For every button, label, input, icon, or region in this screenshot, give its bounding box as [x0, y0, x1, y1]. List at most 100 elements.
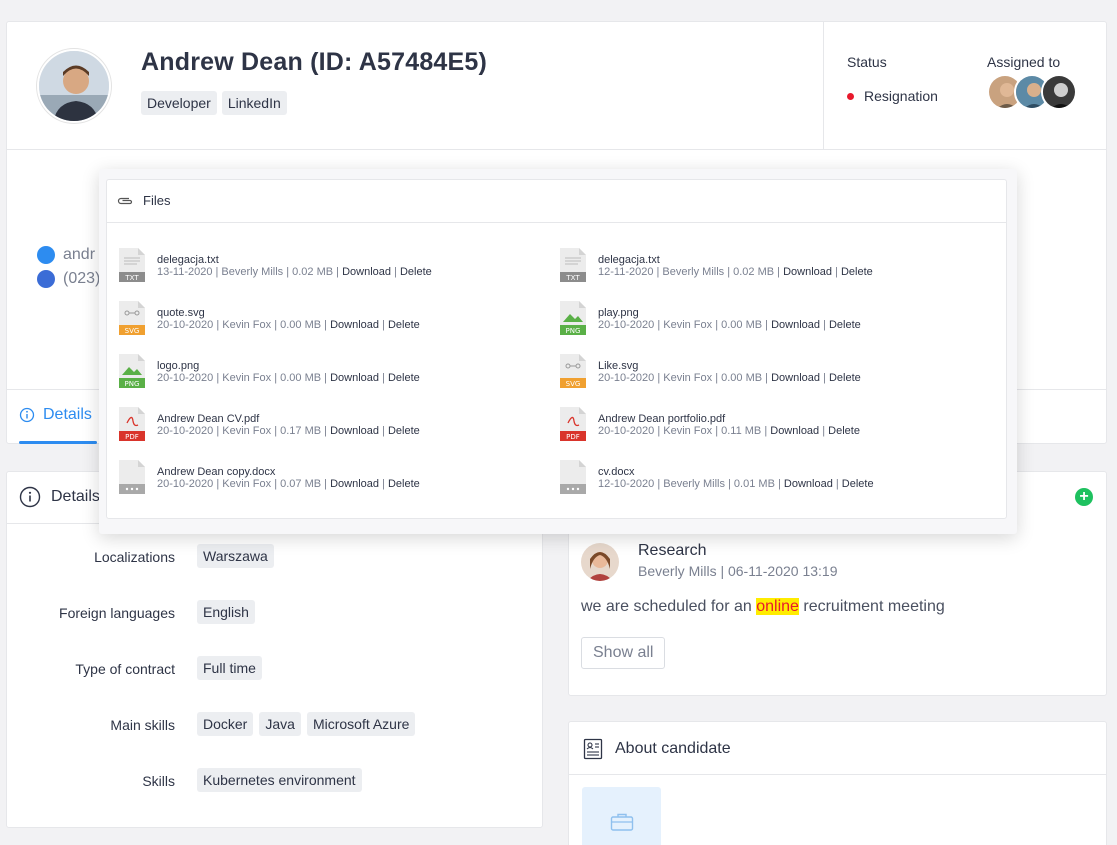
file-item[interactable]: cv.docx 12-10-2020 | Beverly Mills | 0.01… [560, 460, 874, 494]
files-title: Files [143, 193, 171, 208]
delete-link[interactable]: Delete [388, 425, 420, 437]
row-label-main-skills: Main skills [110, 717, 175, 733]
delete-link[interactable]: Delete [841, 266, 873, 278]
delete-link[interactable]: Delete [388, 478, 420, 490]
file-item[interactable]: PDF Andrew Dean portfolio.pdf 20-10-2020 |… [560, 407, 860, 441]
tab-details[interactable]: Details [19, 406, 92, 424]
document-icon [583, 738, 603, 760]
candidate-tags: Developer LinkedIn [141, 91, 287, 115]
file-details: 13-11-2020 | Beverly Mills | 0.02 MB [157, 266, 334, 278]
file-item[interactable]: PNG play.png 20-10-2020 | Kevin Fox | 0.00… [560, 301, 861, 335]
delete-link[interactable]: Delete [388, 372, 420, 384]
file-name[interactable]: quote.svg [157, 307, 420, 319]
svg-text:TXT: TXT [124, 274, 139, 282]
download-link[interactable]: Download [784, 478, 833, 490]
file-details: 12-10-2020 | Beverly Mills | 0.01 MB [598, 478, 775, 490]
file-item[interactable]: PNG logo.png 20-10-2020 | Kevin Fox | 0.00… [119, 354, 420, 388]
file-item[interactable]: SVG Like.svg 20-10-2020 | Kevin Fox | 0.00… [560, 354, 861, 388]
file-svg-icon: SVG [560, 354, 586, 388]
download-link[interactable]: Download [771, 319, 820, 331]
file-png-icon: PNG [119, 354, 145, 388]
file-item[interactable]: Andrew Dean copy.docx 20-10-2020 | Kevin … [119, 460, 420, 494]
delete-link[interactable]: Delete [829, 372, 861, 384]
file-name[interactable]: delegacja.txt [598, 254, 873, 266]
file-details: 12-11-2020 | Beverly Mills | 0.02 MB [598, 266, 775, 278]
tag: Full time [197, 656, 262, 680]
file-info: delegacja.txt 12-11-2020 | Beverly Mills … [598, 248, 873, 278]
file-name[interactable]: delegacja.txt [157, 254, 432, 266]
add-note-button[interactable]: + [1075, 488, 1093, 506]
note-highlight: online [756, 598, 799, 615]
download-link[interactable]: Download [771, 372, 820, 384]
download-link[interactable]: Download [330, 478, 379, 490]
file-name[interactable]: Andrew Dean copy.docx [157, 466, 420, 478]
assigned-avatars[interactable] [987, 74, 1077, 110]
file-item[interactable]: TXT delegacja.txt 12-11-2020 | Beverly Mil… [560, 248, 873, 282]
about-title: About candidate [615, 740, 731, 757]
phone-row[interactable]: (023) [37, 270, 100, 288]
note-text-part: recruitment meeting [798, 598, 945, 615]
download-link[interactable]: Download [330, 319, 379, 331]
file-name[interactable]: Andrew Dean portfolio.pdf [598, 413, 860, 425]
tab-details-label: Details [43, 406, 92, 423]
row-label-localizations: Localizations [94, 549, 175, 565]
tag-linkedin[interactable]: LinkedIn [221, 91, 287, 115]
tag: Docker [197, 712, 254, 736]
tag-developer[interactable]: Developer [141, 91, 217, 115]
details-header: Details [19, 486, 100, 508]
file-details: 20-10-2020 | Kevin Fox | 0.11 MB [598, 425, 762, 437]
file-meta: 13-11-2020 | Beverly Mills | 0.02 MB | D… [157, 266, 432, 278]
file-info: Andrew Dean portfolio.pdf 20-10-2020 | Ke… [598, 407, 860, 437]
assigned-label: Assigned to [987, 54, 1061, 70]
about-divider [569, 774, 1106, 775]
row-values-localizations: Warszawa [197, 544, 274, 568]
row-label-type-of-contract: Type of contract [75, 661, 175, 677]
svg-text:PDF: PDF [125, 433, 139, 441]
file-name[interactable]: logo.png [157, 360, 420, 372]
svg-text:SVG: SVG [125, 327, 140, 335]
download-link[interactable]: Download [330, 372, 379, 384]
file-name[interactable]: Like.svg [598, 360, 861, 372]
file-item[interactable]: SVG quote.svg 20-10-2020 | Kevin Fox | 0.0… [119, 301, 420, 335]
status-dot-icon [847, 92, 854, 100]
file-item[interactable]: PDF Andrew Dean CV.pdf 20-10-2020 | Kevin … [119, 407, 420, 441]
file-info: Andrew Dean CV.pdf 20-10-2020 | Kevin Fox… [157, 407, 420, 437]
file-details: 20-10-2020 | Kevin Fox | 0.17 MB [157, 425, 322, 437]
download-link[interactable]: Download [342, 266, 391, 278]
row-values-skills: Kubernetes environment [197, 768, 362, 792]
email-row[interactable]: andr [37, 246, 95, 264]
file-details: 20-10-2020 | Kevin Fox | 0.00 MB [157, 372, 322, 384]
delete-link[interactable]: Delete [388, 319, 420, 331]
about-tile[interactable] [582, 787, 661, 845]
file-item[interactable]: TXT delegacja.txt 13-11-2020 | Beverly Mil… [119, 248, 432, 282]
tag: Kubernetes environment [197, 768, 362, 792]
file-name[interactable]: Andrew Dean CV.pdf [157, 413, 420, 425]
avatar[interactable] [1041, 74, 1077, 110]
file-meta: 20-10-2020 | Kevin Fox | 0.00 MB | Downl… [598, 319, 861, 331]
briefcase-icon [610, 813, 633, 831]
info-icon [19, 486, 41, 508]
download-link[interactable]: Download [783, 266, 832, 278]
avatar [581, 543, 619, 581]
tag: Warszawa [197, 544, 274, 568]
tag: English [197, 600, 255, 624]
show-all-button[interactable]: Show all [581, 637, 666, 669]
delete-link[interactable]: Delete [829, 319, 861, 331]
delete-link[interactable]: Delete [842, 478, 874, 490]
file-meta: 20-10-2020 | Kevin Fox | 0.07 MB | Downl… [157, 478, 420, 490]
svg-text:PNG: PNG [566, 327, 581, 335]
download-link[interactable]: Download [330, 425, 379, 437]
file-details: 20-10-2020 | Kevin Fox | 0.00 MB [598, 372, 763, 384]
file-info: delegacja.txt 13-11-2020 | Beverly Mills … [157, 248, 432, 278]
file-meta: 20-10-2020 | Kevin Fox | 0.00 MB | Downl… [157, 319, 420, 331]
files-panel: Files TXT delegacja.txt 13-11-2020 | Bever… [106, 179, 1007, 519]
download-link[interactable]: Download [770, 425, 819, 437]
candidate-avatar [37, 49, 111, 123]
file-details: 20-10-2020 | Kevin Fox | 0.07 MB [157, 478, 322, 490]
file-name[interactable]: play.png [598, 307, 861, 319]
delete-link[interactable]: Delete [828, 425, 860, 437]
file-name[interactable]: cv.docx [598, 466, 874, 478]
file-meta: 12-10-2020 | Beverly Mills | 0.01 MB | D… [598, 478, 874, 490]
delete-link[interactable]: Delete [400, 266, 432, 278]
status-value[interactable]: Resignation [847, 88, 938, 104]
